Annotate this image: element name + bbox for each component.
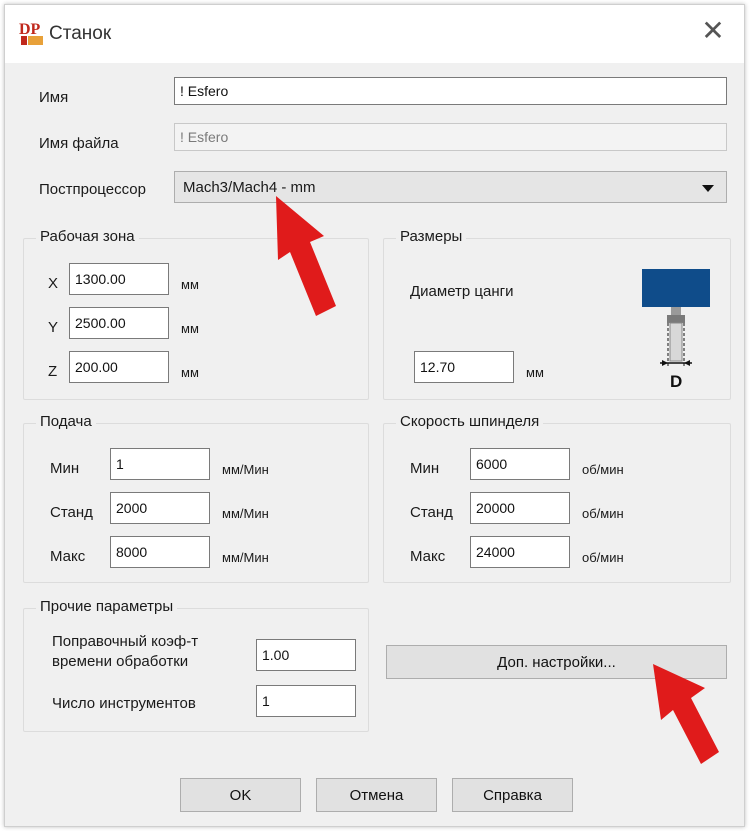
spindle-std-unit: об/мин bbox=[582, 506, 624, 521]
window-title: Станок bbox=[49, 23, 112, 44]
app-logo-icon: DP bbox=[19, 21, 43, 45]
name-input[interactable]: ! Esfero bbox=[174, 77, 727, 105]
time-factor-input[interactable]: 1.00 bbox=[256, 639, 356, 671]
machine-dialog: DP Станок ✕ Имя ! Esfero Имя файла ! Esf… bbox=[4, 4, 745, 827]
collet-diameter-label: Диаметр цанги bbox=[410, 283, 514, 300]
spindle-max-input[interactable]: 24000 bbox=[470, 536, 570, 568]
time-factor-label-line1: Поправочный коэф-т bbox=[52, 633, 199, 650]
tool-count-input[interactable]: 1 bbox=[256, 685, 356, 717]
x-input[interactable]: 1300.00 bbox=[69, 263, 169, 295]
collet-diameter-unit: мм bbox=[526, 365, 544, 380]
filename-input: ! Esfero bbox=[174, 123, 727, 151]
ok-button[interactable]: OK bbox=[180, 778, 301, 812]
feed-max-unit: мм/Мин bbox=[222, 550, 269, 565]
postprocessor-label: Постпроцессор bbox=[39, 181, 146, 198]
chevron-down-icon bbox=[702, 185, 714, 192]
title-bar: DP Станок ✕ bbox=[5, 5, 744, 63]
feed-min-label: Мин bbox=[50, 460, 80, 477]
z-label: Z bbox=[48, 363, 58, 380]
spindle-std-label: Станд bbox=[410, 504, 453, 521]
other-params-group: Прочие параметры Поправочный коэф-т врем… bbox=[23, 598, 369, 732]
close-button[interactable]: ✕ bbox=[698, 17, 728, 47]
other-params-title: Прочие параметры bbox=[36, 598, 178, 615]
feed-min-unit: мм/Мин bbox=[222, 462, 269, 477]
y-input[interactable]: 2500.00 bbox=[69, 307, 169, 339]
annotation-arrow-advanced-icon bbox=[653, 664, 719, 764]
spindle-min-input[interactable]: 6000 bbox=[470, 448, 570, 480]
time-factor-label-line2: времени обработки bbox=[52, 653, 189, 670]
feed-std-label: Станд bbox=[50, 504, 93, 521]
z-input[interactable]: 200.00 bbox=[69, 351, 169, 383]
postprocessor-select[interactable]: Mach3/Mach4 - mm bbox=[174, 171, 727, 203]
x-label: X bbox=[48, 275, 59, 292]
sizes-title: Размеры bbox=[396, 228, 467, 245]
spindle-max-label: Макс bbox=[410, 548, 446, 565]
z-unit: мм bbox=[181, 365, 199, 380]
spindle-min-label: Мин bbox=[410, 460, 440, 477]
y-unit: мм bbox=[181, 321, 199, 336]
x-unit: мм bbox=[181, 277, 199, 292]
spindle-max-unit: об/мин bbox=[582, 550, 624, 565]
collet-diameter-input[interactable]: 12.70 bbox=[414, 351, 514, 383]
tool-count-label: Число инструментов bbox=[52, 695, 196, 712]
feed-max-input[interactable]: 8000 bbox=[110, 536, 210, 568]
collet-diagram-icon: D bbox=[642, 269, 710, 391]
work-area-title: Рабочая зона bbox=[36, 228, 139, 245]
filename-label: Имя файла bbox=[39, 135, 119, 152]
diagram-d-label: D bbox=[670, 372, 682, 391]
feed-group: Подача Мин 1 мм/Мин Станд 2000 мм/Мин Ма… bbox=[23, 413, 369, 583]
name-label: Имя bbox=[39, 89, 69, 106]
help-button[interactable]: Справка bbox=[452, 778, 573, 812]
y-label: Y bbox=[48, 319, 59, 336]
feed-title: Подача bbox=[36, 413, 96, 430]
feed-min-input[interactable]: 1 bbox=[110, 448, 210, 480]
feed-max-label: Макс bbox=[50, 548, 86, 565]
feed-std-unit: мм/Мин bbox=[222, 506, 269, 521]
close-icon: ✕ bbox=[701, 14, 725, 47]
annotation-arrow-postprocessor-icon bbox=[276, 196, 336, 316]
spindle-std-input[interactable]: 20000 bbox=[470, 492, 570, 524]
sizes-group: Размеры Диаметр цанги 12.70 мм D bbox=[383, 228, 731, 400]
spindle-min-unit: об/мин bbox=[582, 462, 624, 477]
spindle-group: Скорость шпинделя Мин 6000 об/мин Станд … bbox=[383, 413, 731, 583]
cancel-button[interactable]: Отмена bbox=[316, 778, 437, 812]
feed-std-input[interactable]: 2000 bbox=[110, 492, 210, 524]
spindle-title: Скорость шпинделя bbox=[396, 413, 544, 430]
app-logo-text: DP bbox=[19, 21, 41, 38]
